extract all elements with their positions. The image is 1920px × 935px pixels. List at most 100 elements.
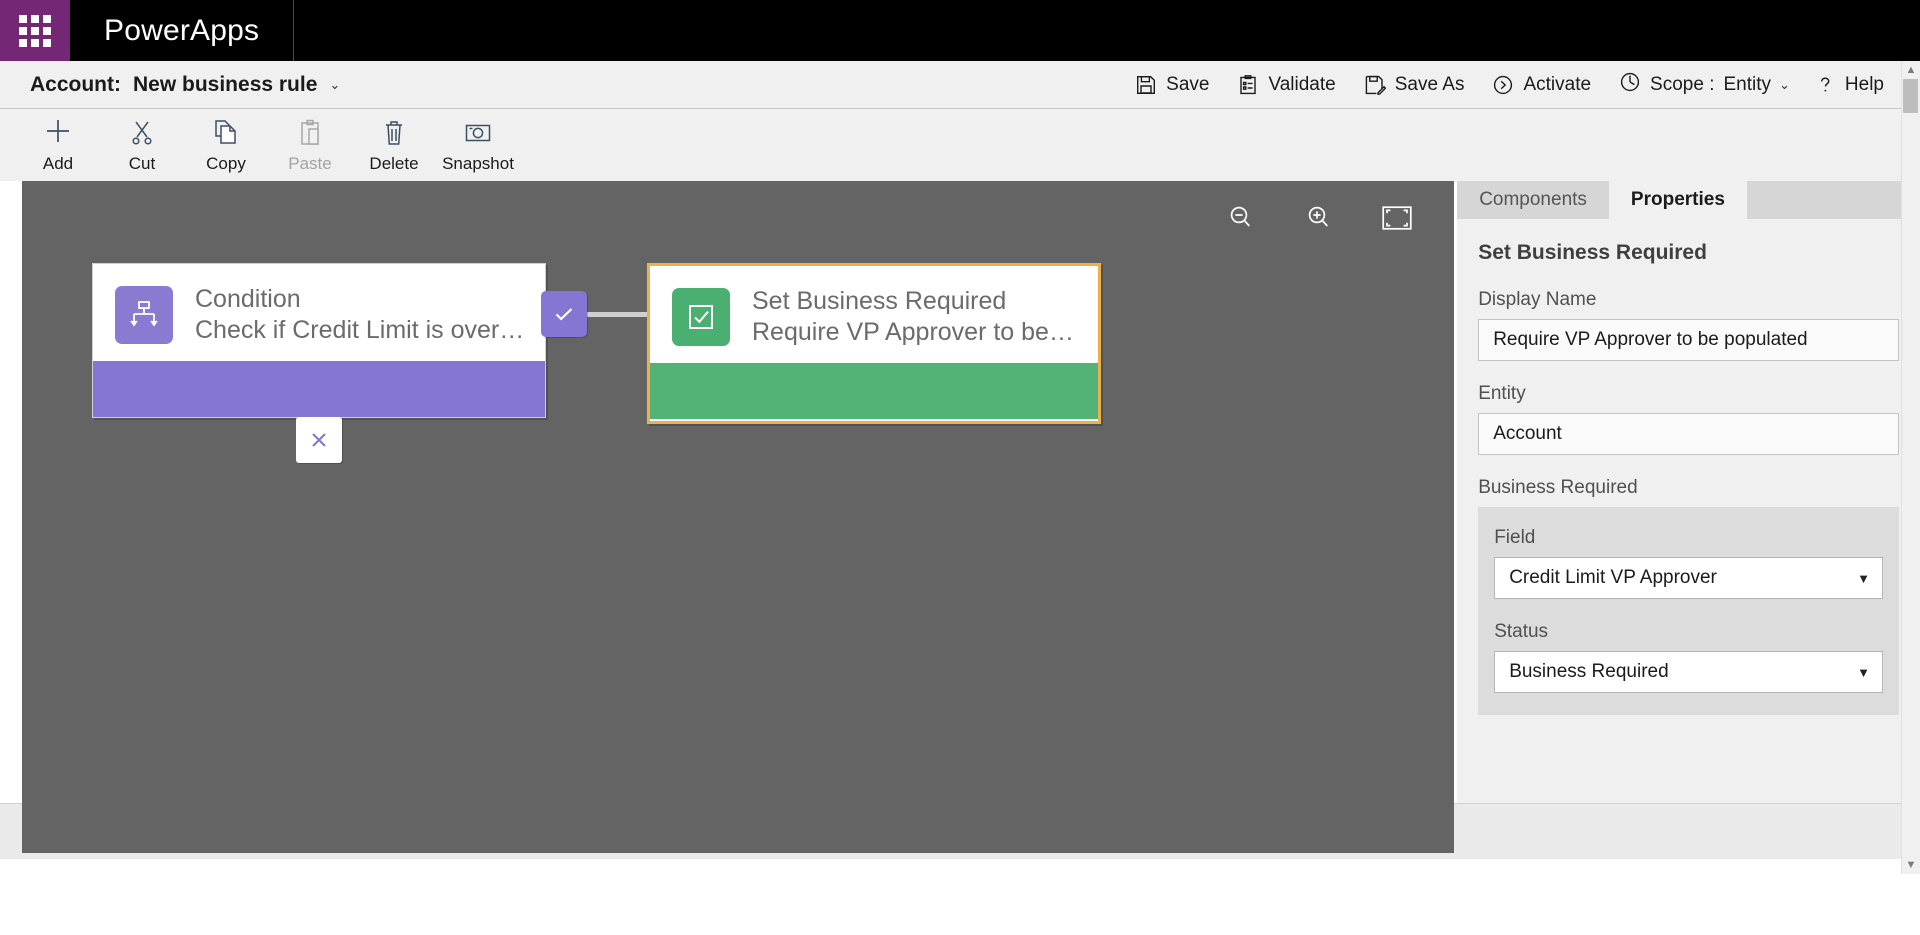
check-icon [555,308,573,321]
app-launcher-button[interactable] [0,0,70,61]
scope-value-group[interactable]: Entity ⌄ [1723,74,1789,96]
display-name-field[interactable]: Require VP Approver to be populated [1478,319,1899,361]
page-scrollbar[interactable]: ▲ ▼ [1901,61,1920,874]
scroll-thumb[interactable] [1903,79,1918,113]
flow-node-condition[interactable]: Condition Check if Credit Limit is over … [92,263,546,418]
scope-selector[interactable]: Scope : Entity ⌄ [1605,64,1800,106]
panel-heading: Set Business Required [1478,241,1707,264]
canvas-zoom-tools [1226,203,1412,238]
tab-properties[interactable]: Properties [1608,181,1747,219]
clipboard-icon [296,116,324,146]
help-icon [1814,74,1836,96]
status-select[interactable]: Business Required ▼ [1494,651,1883,693]
business-rule-canvas[interactable]: Condition Check if Credit Limit is over … [22,181,1454,853]
workspace: Condition Check if Credit Limit is over … [0,181,1920,853]
snapshot-label: Snapshot [442,154,514,173]
tabstrip-filler [1746,181,1920,219]
copy-label: Copy [206,154,246,173]
save-as-button[interactable]: Save As [1350,67,1479,103]
brand-title[interactable]: PowerApps [70,0,295,61]
display-name-label: Display Name [1478,289,1597,310]
waffle-icon [19,14,51,47]
entity-field[interactable]: Account [1478,413,1899,455]
help-label: Help [1844,73,1884,95]
rule-title-name: New business rule [133,72,318,96]
scissors-icon [128,116,156,146]
node-body: Condition Check if Credit Limit is over … [93,264,545,361]
suite-bar: PowerApps [0,0,1920,61]
field-select[interactable]: Credit Limit VP Approver ▼ [1494,557,1883,599]
command-bar: Account: New business rule ⌄ Save Valida… [0,61,1920,109]
zoom-in-icon[interactable] [1304,203,1334,238]
trash-icon [380,116,408,146]
status-label: Status [1494,621,1549,642]
scroll-down-arrow-icon[interactable]: ▼ [1906,859,1917,871]
rule-title-dropdown[interactable]: Account: New business rule ⌄ [30,73,340,97]
scope-label: Scope : [1650,73,1715,95]
flow-node-set-business-required[interactable]: Set Business Required Require VP Approve… [647,263,1101,424]
delete-button[interactable]: Delete [358,112,430,178]
paste-button[interactable]: Paste [274,112,346,178]
validate-icon [1237,74,1259,96]
save-icon [1135,74,1157,96]
command-actions: Save Validate Save As Activate Scope: E… [1121,64,1898,106]
canvas-wrapper: Condition Check if Credit Limit is over … [22,181,1454,853]
checkbox-checked-icon [672,287,730,346]
properties-panel: Components Properties Set Business Requi… [1457,181,1920,803]
snapshot-button[interactable]: Snapshot [442,112,514,178]
chevron-down-icon: ⌄ [329,76,341,92]
field-select-value: Credit Limit VP Approver [1509,567,1717,588]
camera-icon [464,116,492,146]
fit-to-screen-icon[interactable] [1382,206,1412,235]
node-title: Set Business Required [752,287,1007,315]
node-subtitle: Require VP Approver to be pop... [752,317,1080,346]
node-subtitle: Check if Credit Limit is over $1,0... [195,315,527,344]
cut-button[interactable]: Cut [106,112,178,178]
zoom-out-icon[interactable] [1226,203,1256,238]
help-button[interactable]: Help [1800,67,1898,103]
status-select-value: Business Required [1509,661,1669,682]
save-button[interactable]: Save [1121,67,1223,103]
panel-tabstrip: Components Properties [1457,181,1920,219]
node-footer [93,361,545,417]
cut-label: Cut [128,154,156,173]
copy-button[interactable]: Copy [190,112,262,178]
delete-label: Delete [369,154,419,173]
scope-value: Entity [1723,73,1772,95]
branch-true-badge[interactable] [541,291,587,337]
paste-label: Paste [288,154,332,173]
scope-icon [1619,71,1641,99]
node-title: Condition [195,285,301,313]
tab-components[interactable]: Components [1457,181,1609,219]
node-footer [650,363,1098,419]
save-as-icon [1364,74,1386,96]
chevron-down-icon: ⌄ [1779,76,1790,92]
add-label: Add [42,154,74,173]
add-button[interactable]: Add [22,112,94,178]
business-required-group: Field Credit Limit VP Approver ▼ Status … [1478,507,1899,715]
panel-content: Set Business Required Display Name Requi… [1457,219,1920,803]
save-label: Save [1166,73,1210,95]
cross-icon [312,433,326,447]
business-required-group-label: Business Required [1478,477,1638,498]
activate-icon [1492,74,1514,96]
plus-icon [43,116,73,146]
validate-button[interactable]: Validate [1223,67,1349,103]
chevron-down-icon: ▼ [1857,570,1870,586]
node-text: Condition Check if Credit Limit is over … [195,284,527,345]
edit-toolbar: Add Cut Copy Paste Delete Snapshot [0,109,1920,181]
node-body: Set Business Required Require VP Approve… [650,266,1098,363]
branch-false-badge[interactable] [296,417,342,463]
node-text: Set Business Required Require VP Approve… [752,286,1080,347]
chevron-down-icon: ▼ [1857,664,1870,680]
save-as-label: Save As [1394,73,1465,95]
field-label: Field [1494,527,1536,548]
copy-icon [212,116,240,146]
activate-button[interactable]: Activate [1478,67,1605,103]
validate-label: Validate [1268,73,1336,95]
scroll-up-arrow-icon[interactable]: ▲ [1906,64,1917,76]
rule-title-entity: Account: [30,72,121,96]
condition-branch-icon [115,285,173,344]
entity-label: Entity [1478,383,1526,404]
activate-label: Activate [1523,73,1592,95]
